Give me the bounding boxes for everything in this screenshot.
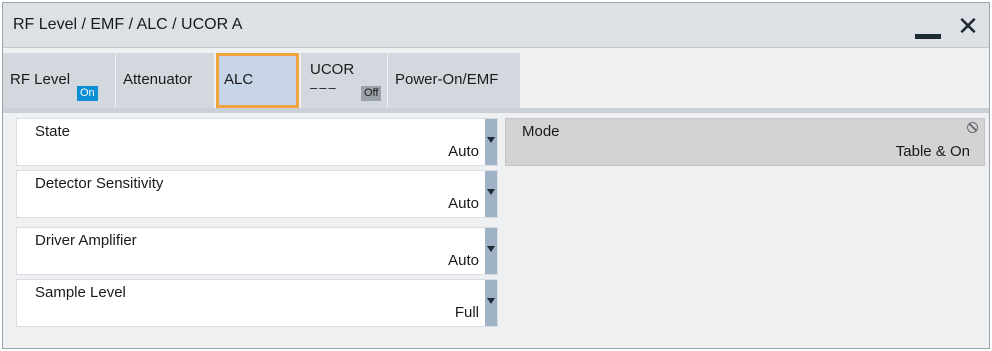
window-title: RF Level / EMF / ALC / UCOR A xyxy=(13,16,243,33)
status-badge: Off xyxy=(361,86,382,101)
tab-label: UCOR xyxy=(310,61,355,78)
chevron-down-icon[interactable] xyxy=(485,280,497,326)
tab-alc[interactable]: ALC xyxy=(216,53,299,108)
tab-label: RF Level xyxy=(10,71,71,88)
tab-bar: RF Level On Attenuator ALC UCOR ––– Off … xyxy=(3,49,989,113)
tab-ucor[interactable]: UCOR ––– Off xyxy=(301,53,387,108)
field-value: Auto xyxy=(448,195,479,212)
tab-label: Attenuator xyxy=(123,71,193,88)
field-label: State xyxy=(35,123,71,140)
mode-label: Mode xyxy=(522,123,560,140)
mode-readout: Mode Table & On xyxy=(505,118,985,166)
tab-label: ALC xyxy=(224,71,254,88)
title-bar: RF Level / EMF / ALC / UCOR A ✕ xyxy=(3,3,989,48)
mode-value: Table & On xyxy=(895,143,970,160)
field-label: Sample Level xyxy=(35,284,126,301)
detector-sensitivity-select[interactable]: Detector Sensitivity Auto xyxy=(16,170,498,218)
status-badge: On xyxy=(77,86,98,101)
field-label: Driver Amplifier xyxy=(35,232,137,249)
field-label: Detector Sensitivity xyxy=(35,175,164,192)
field-value: Full xyxy=(454,304,479,321)
tab-power-on-emf[interactable]: Power-On/EMF xyxy=(388,53,520,108)
field-value: Auto xyxy=(448,143,479,160)
tab-sublabel: ––– xyxy=(310,80,338,95)
chevron-down-icon[interactable] xyxy=(485,171,497,217)
state-select[interactable]: State Auto xyxy=(16,118,498,166)
field-value: Auto xyxy=(448,252,479,269)
chevron-down-icon[interactable] xyxy=(485,119,497,165)
close-icon[interactable]: ✕ xyxy=(956,13,980,39)
tab-attenuator[interactable]: Attenuator xyxy=(116,53,214,108)
tab-label: Power-On/EMF xyxy=(395,71,499,88)
driver-amplifier-select[interactable]: Driver Amplifier Auto xyxy=(16,227,498,275)
tab-rf-level[interactable]: RF Level On xyxy=(3,53,115,108)
blocked-icon xyxy=(967,122,978,133)
chevron-down-icon[interactable] xyxy=(485,228,497,274)
sample-level-select[interactable]: Sample Level Full xyxy=(16,279,498,327)
minimize-icon[interactable] xyxy=(915,19,941,39)
